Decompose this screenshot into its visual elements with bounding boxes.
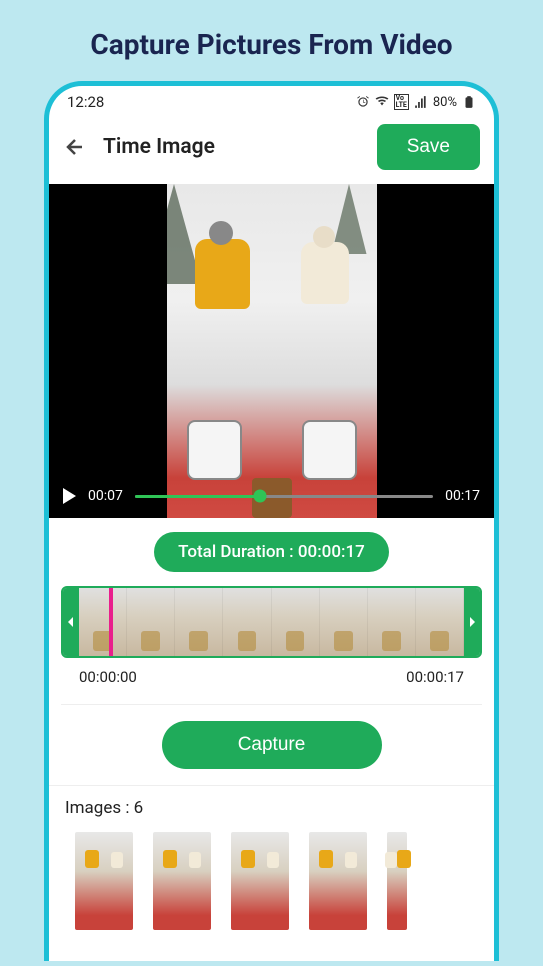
- timeline[interactable]: [61, 586, 482, 658]
- status-indicators: VoLTE 80%: [356, 94, 476, 110]
- capture-section: Capture: [49, 705, 494, 786]
- captured-thumbnail[interactable]: [153, 832, 211, 930]
- lte-icon: VoLTE: [394, 94, 409, 110]
- timeline-container: 00:00:00 00:00:17: [49, 586, 494, 705]
- video-player[interactable]: 00:07 00:17: [49, 184, 494, 518]
- captured-thumbnail[interactable]: [387, 832, 407, 930]
- progress-handle[interactable]: [254, 490, 267, 503]
- images-count-label: Images : 6: [65, 798, 478, 818]
- phone-frame: 12:28 VoLTE 80% Time Image Save 00:07: [44, 81, 499, 961]
- alarm-icon: [356, 95, 370, 109]
- signal-icon: [414, 95, 428, 109]
- timeline-start: 00:00:00: [79, 668, 137, 686]
- content-area: Total Duration : 00:00:17 00:00:00 00:00…: [49, 532, 494, 942]
- battery-icon: [462, 95, 476, 109]
- timeline-frames[interactable]: [79, 588, 464, 656]
- current-time: 00:07: [88, 488, 123, 504]
- save-button[interactable]: Save: [377, 124, 480, 170]
- video-progress[interactable]: [135, 495, 433, 498]
- images-section: Images : 6: [49, 786, 494, 942]
- captured-thumbnail[interactable]: [231, 832, 289, 930]
- timeline-labels: 00:00:00 00:00:17: [61, 658, 482, 705]
- capture-button[interactable]: Capture: [162, 721, 382, 769]
- back-icon[interactable]: [63, 135, 87, 159]
- app-title: Time Image: [103, 135, 361, 159]
- timeline-left-handle[interactable]: [63, 588, 79, 656]
- timeline-right-handle[interactable]: [464, 588, 480, 656]
- status-bar: 12:28 VoLTE 80%: [49, 86, 494, 114]
- status-time: 12:28: [67, 93, 104, 111]
- video-controls: 00:07 00:17: [49, 478, 494, 518]
- wifi-icon: [375, 95, 389, 109]
- duration-badge: Total Duration : 00:00:17: [154, 532, 389, 572]
- captured-thumbnail[interactable]: [75, 832, 133, 930]
- page-title: Capture Pictures From Video: [0, 0, 543, 81]
- captured-images-row[interactable]: [65, 832, 478, 930]
- captured-thumbnail[interactable]: [309, 832, 367, 930]
- total-time: 00:17: [445, 488, 480, 504]
- video-frame: [167, 184, 377, 518]
- battery-percent: 80%: [433, 95, 457, 110]
- app-bar: Time Image Save: [49, 114, 494, 184]
- timeline-end: 00:00:17: [406, 668, 464, 686]
- playhead[interactable]: [109, 588, 113, 656]
- play-icon[interactable]: [63, 488, 76, 504]
